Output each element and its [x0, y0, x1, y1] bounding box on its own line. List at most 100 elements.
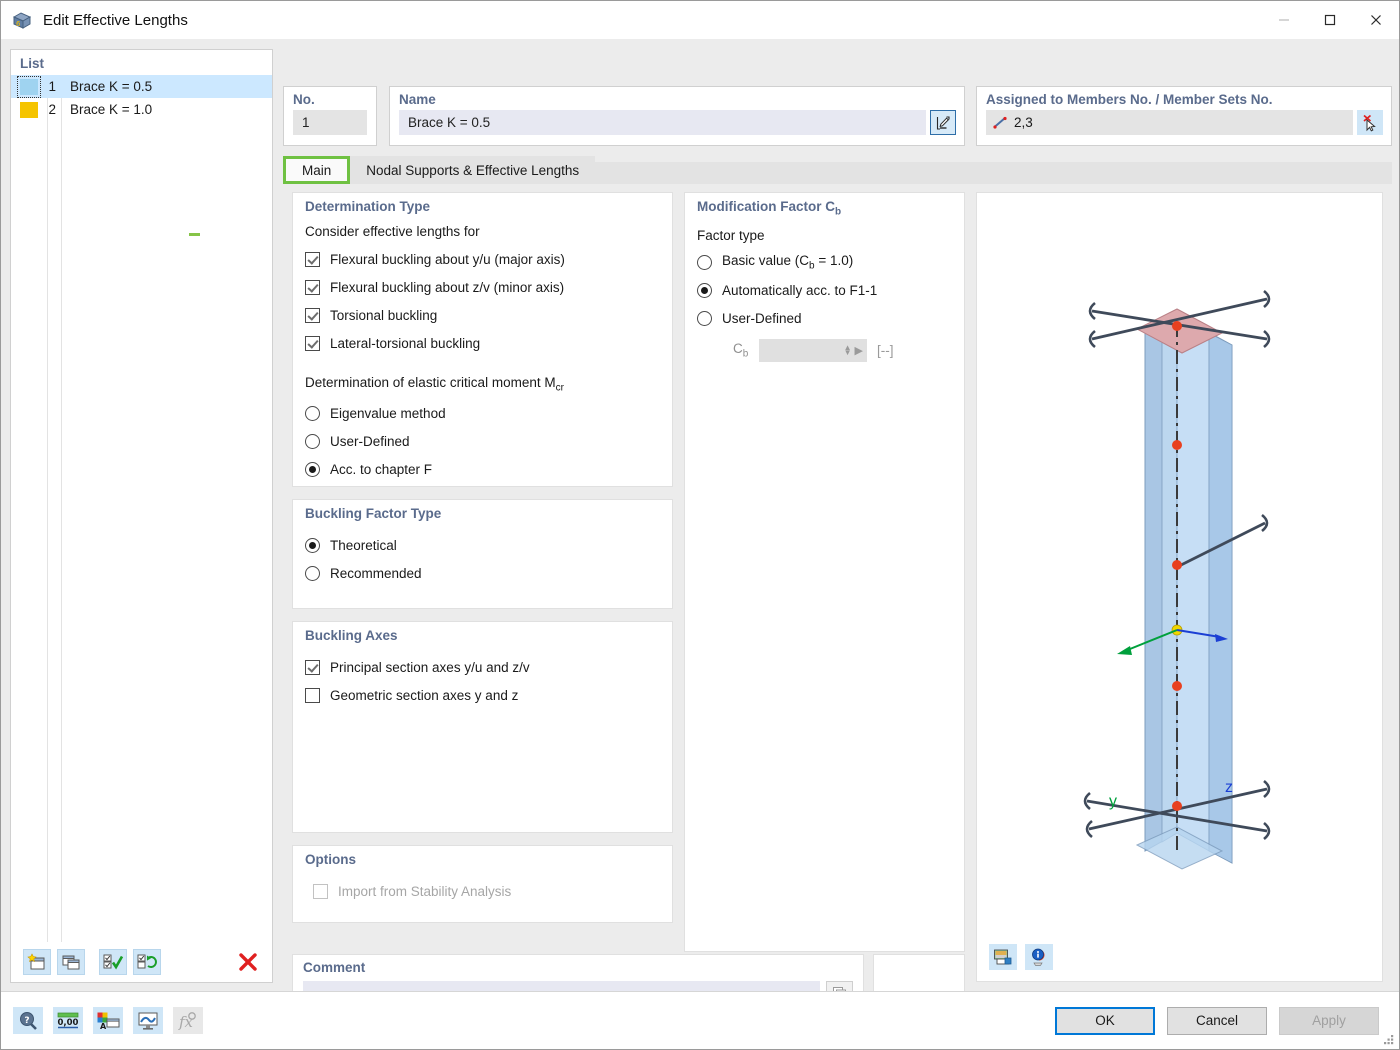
radio-icon	[305, 406, 320, 422]
checkbox-icon	[305, 659, 320, 675]
checkbox-flexural-buckling-zv[interactable]: Flexural buckling about z/v (minor axis)	[305, 273, 660, 301]
name-panel: Name Brace K = 0.5	[389, 86, 965, 146]
modification-factor-title-text: Modification Factor C	[697, 199, 835, 214]
checkbox-torsional-buckling[interactable]: Torsional buckling	[305, 301, 660, 329]
radio-icon	[305, 462, 320, 478]
radio-acc-to-chapter-f[interactable]: Acc. to chapter F	[305, 456, 660, 484]
radio-label: Basic value (Cb = 1.0)	[722, 253, 853, 272]
window-controls	[1261, 1, 1399, 39]
checkbox-geometric-section-axes[interactable]: Geometric section axes y and z	[305, 681, 660, 709]
render-view-button[interactable]	[989, 944, 1017, 970]
pick-members-icon[interactable]	[1357, 110, 1383, 135]
3d-viewport[interactable]: y z	[977, 193, 1382, 963]
radio-eigenvalue-method[interactable]: Eigenvalue method	[305, 400, 660, 428]
footer-toolbar: ? 0,00 A fx	[1, 1007, 203, 1034]
mcr-label-text: Determination of elastic critical moment…	[305, 375, 556, 390]
spinner-arrows-icon[interactable]: ▲ ▼	[844, 344, 852, 357]
list-column-divider	[61, 75, 62, 942]
tab-strip: Main Nodal Supports & Effective Lengths	[283, 156, 1392, 184]
minimize-button[interactable]	[1261, 1, 1307, 39]
checkbox-icon	[305, 279, 320, 295]
resize-grip[interactable]	[1383, 1034, 1395, 1046]
cb-field-label: Cb	[733, 341, 759, 360]
checkbox-label: Flexural buckling about z/v (minor axis)	[330, 279, 565, 295]
checkbox-label: Geometric section axes y and z	[330, 687, 519, 703]
mcr-label-sub: cr	[555, 382, 564, 394]
radio-label: Recommended	[330, 565, 422, 581]
help-button[interactable]: ?	[13, 1007, 43, 1034]
copy-item-button[interactable]	[57, 949, 85, 975]
cancel-button[interactable]: Cancel	[1167, 1006, 1267, 1035]
checkbox-principal-section-axes[interactable]: Principal section axes y/u and z/v	[305, 653, 660, 681]
svg-text:A: A	[100, 1022, 107, 1031]
radio-label-tail: = 1.0)	[814, 253, 854, 269]
radio-basic-value[interactable]: Basic value (Cb = 1.0)	[697, 249, 952, 277]
select-all-button[interactable]	[99, 949, 127, 975]
name-label: Name	[399, 92, 436, 107]
list-panel: List 1 Brace K = 0.5 2 Brace K = 1.0	[10, 49, 273, 983]
tab-filler	[595, 162, 1392, 184]
buckling-factor-type-title: Buckling Factor Type	[305, 506, 442, 521]
radio-user-defined-mcr[interactable]: User-Defined	[305, 428, 660, 456]
radio-label: Eigenvalue method	[330, 406, 446, 422]
assigned-members-panel: Assigned to Members No. / Member Sets No…	[976, 86, 1392, 146]
checkbox-lateral-torsional-buckling[interactable]: Lateral-torsional buckling	[305, 329, 660, 357]
cb-label-base: C	[733, 340, 743, 356]
list-item-label: Brace K = 1.0	[70, 102, 153, 117]
radio-label: Theoretical	[330, 537, 397, 553]
svg-text:fx: fx	[178, 1013, 194, 1031]
buckling-axes-group: Buckling Axes Principal section axes y/u…	[292, 621, 673, 833]
appearance-button[interactable]: A	[93, 1007, 123, 1034]
formula-button[interactable]: fx	[173, 1007, 203, 1034]
checkbox-import-from-stability-analysis[interactable]: Import from Stability Analysis	[305, 877, 660, 905]
comment-title: Comment	[303, 960, 366, 975]
radio-automatically-acc-to-f1-1[interactable]: Automatically acc. to F1-1	[697, 277, 952, 305]
number-label: No.	[293, 92, 315, 107]
number-input[interactable]: 1	[293, 110, 367, 135]
list-item[interactable]: 2 Brace K = 1.0	[11, 98, 272, 121]
assigned-members-value: 2,3	[1014, 115, 1033, 130]
display-settings-button[interactable]	[133, 1007, 163, 1034]
spinner-expand-icon[interactable]: ▶	[855, 344, 863, 357]
name-input[interactable]: Brace K = 0.5	[399, 110, 926, 135]
maximize-button[interactable]	[1307, 1, 1353, 39]
checkbox-label: Torsional buckling	[330, 307, 438, 323]
mcr-label: Determination of elastic critical moment…	[305, 375, 660, 394]
invert-selection-button[interactable]	[133, 949, 161, 975]
modification-factor-group: Modification Factor Cb Factor type Basic…	[684, 192, 965, 952]
close-button[interactable]	[1353, 1, 1399, 39]
axis-label-z: z	[1225, 779, 1233, 796]
member-icon	[993, 116, 1008, 130]
radio-label: User-Defined	[330, 434, 410, 450]
checkbox-label: Principal section axes y/u and z/v	[330, 659, 530, 675]
color-swatch-cell[interactable]	[11, 101, 47, 118]
radio-theoretical[interactable]: Theoretical	[305, 531, 660, 559]
viewport-toolbar	[977, 933, 1382, 981]
color-swatch	[20, 101, 38, 118]
tab-nodal-supports-effective-lengths[interactable]: Nodal Supports & Effective Lengths	[350, 156, 596, 184]
checkbox-flexural-buckling-yu[interactable]: Flexural buckling about y/u (major axis)	[305, 245, 660, 273]
assigned-members-label: Assigned to Members No. / Member Sets No…	[986, 92, 1273, 107]
radio-label-base: Basic value (C	[722, 253, 810, 269]
ok-button[interactable]: OK	[1055, 1006, 1155, 1035]
number-format-button[interactable]: 0,00	[53, 1007, 83, 1034]
radio-recommended[interactable]: Recommended	[305, 559, 660, 587]
assigned-members-input[interactable]: 2,3	[986, 110, 1353, 135]
delete-item-button[interactable]	[234, 949, 262, 975]
edit-pencil-icon[interactable]	[930, 110, 956, 135]
color-swatch-cell[interactable]	[11, 75, 47, 98]
info-button[interactable]	[1025, 944, 1053, 970]
cb-value-row: Cb ▲ ▼ ▶ [--]	[733, 338, 952, 362]
radio-icon	[305, 565, 320, 581]
tab-main[interactable]: Main	[283, 156, 351, 184]
radio-user-defined-cb[interactable]: User-Defined	[697, 305, 952, 333]
svg-text:?: ?	[24, 1016, 29, 1026]
new-item-button[interactable]	[23, 949, 51, 975]
list-item[interactable]: 1 Brace K = 0.5	[11, 75, 272, 98]
apply-button[interactable]: Apply	[1279, 1006, 1379, 1035]
cb-value-input[interactable]: ▲ ▼ ▶	[759, 338, 867, 362]
list-item-label: Brace K = 0.5	[70, 79, 153, 94]
list-item-number: 1	[48, 79, 56, 94]
tab-content-main: Determination Type Consider effective le…	[283, 184, 1392, 1010]
axis-label-y: y	[1109, 793, 1117, 810]
